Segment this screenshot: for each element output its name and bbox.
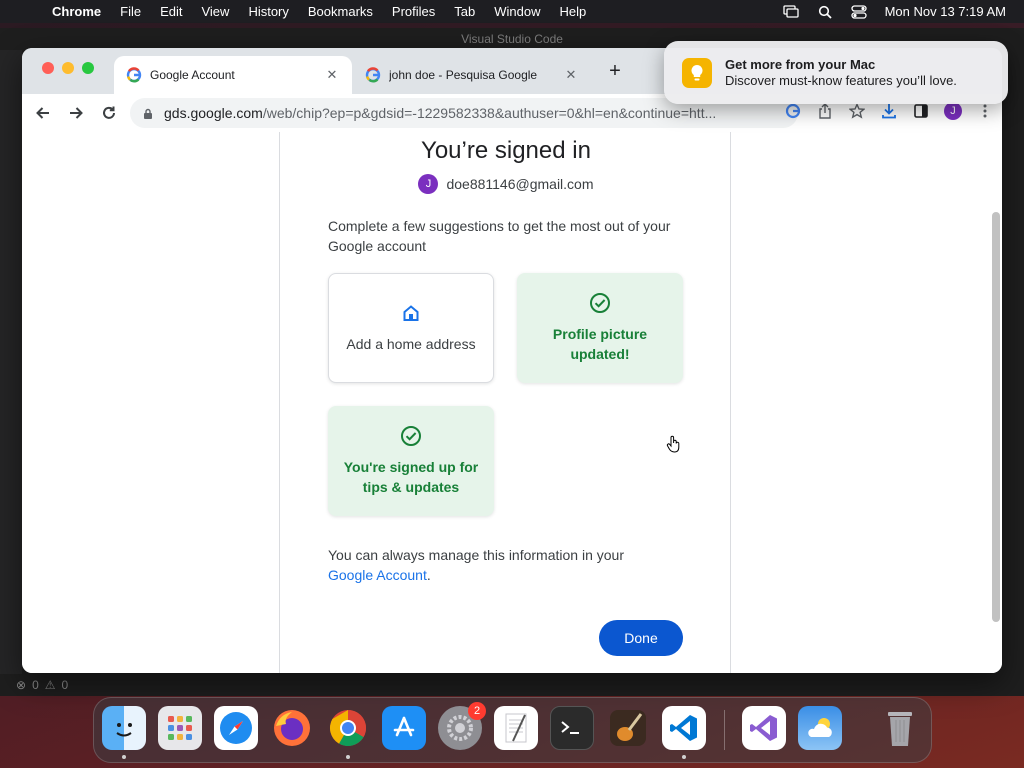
chrome-app-icon[interactable] — [326, 706, 370, 750]
error-count[interactable]: 0 — [32, 678, 39, 692]
error-icon: ⊗ — [16, 678, 27, 692]
new-tab-button[interactable]: + — [605, 61, 625, 82]
spotlight-search-icon[interactable] — [817, 5, 833, 19]
tile-label: Profile picture updated! — [552, 326, 648, 362]
tab-title: Google Account — [150, 68, 235, 82]
account-card: You’re signed in J doe881146@gmail.com C… — [279, 132, 731, 673]
terminal-icon[interactable] — [550, 706, 594, 750]
menu-tab[interactable]: Tab — [454, 4, 475, 19]
menu-help[interactable]: Help — [560, 4, 587, 19]
bookmark-star-icon[interactable] — [848, 102, 866, 120]
tile-label: You're signed up for tips & updates — [343, 459, 479, 495]
share-icon[interactable] — [816, 102, 834, 120]
tab-google-account[interactable]: Google Account ✕ — [114, 56, 352, 94]
weather-icon[interactable] — [798, 706, 842, 750]
url-path: /web/chip?ep=p&gdsid=-1229582338&authuse… — [262, 105, 717, 121]
close-tab-icon[interactable]: ✕ — [324, 67, 340, 83]
menu-bookmarks[interactable]: Bookmarks — [308, 4, 373, 19]
apple-menu-icon[interactable] — [20, 4, 36, 20]
check-circle-icon — [400, 425, 422, 447]
tab-title: john doe - Pesquisa Google — [389, 68, 538, 82]
notification-badge: 2 — [468, 702, 486, 720]
lightbulb-icon — [682, 57, 712, 88]
account-chip: J doe881146@gmail.com — [280, 174, 732, 194]
profile-picture-tile: Profile picture updated! — [517, 273, 683, 383]
vscode-icon[interactable] — [662, 706, 706, 750]
running-indicator — [682, 755, 686, 759]
tab-search-results[interactable]: john doe - Pesquisa Google ✕ — [353, 56, 591, 94]
vscode-activity-bar — [0, 50, 22, 674]
intro-text: Complete a few suggestions to get the mo… — [328, 218, 671, 254]
google-lens-icon[interactable] — [784, 102, 802, 120]
safari-icon[interactable] — [214, 706, 258, 750]
app-store-icon[interactable] — [382, 706, 426, 750]
back-button[interactable] — [31, 101, 55, 125]
avatar: J — [418, 174, 439, 194]
google-icon — [126, 67, 142, 83]
menu-history[interactable]: History — [248, 4, 288, 19]
done-button[interactable]: Done — [599, 620, 683, 656]
download-icon[interactable] — [880, 102, 898, 120]
reload-button[interactable] — [97, 101, 121, 125]
tips-updates-tile: You're signed up for tips & updates — [328, 406, 494, 516]
window-controls — [42, 62, 94, 74]
menu-file[interactable]: File — [120, 4, 141, 19]
textedit-icon[interactable] — [494, 706, 538, 750]
chrome-window: Google Account ✕ john doe - Pesquisa Goo… — [22, 48, 1002, 673]
site-info-icon[interactable] — [142, 107, 154, 119]
menu-app-name[interactable]: Chrome — [52, 4, 101, 19]
zoom-window-button[interactable] — [82, 62, 94, 74]
control-center-icon[interactable] — [850, 4, 867, 19]
menu-window[interactable]: Window — [494, 4, 540, 19]
footnote-text: You can always manage this information i… — [328, 547, 624, 563]
home-icon — [400, 302, 422, 324]
check-circle-icon — [589, 292, 611, 314]
system-settings-icon[interactable]: 2 — [438, 702, 486, 750]
running-indicator — [122, 755, 126, 759]
dock: 2 — [93, 697, 932, 763]
tile-label: Add a home address — [346, 336, 476, 352]
close-window-button[interactable] — [42, 62, 54, 74]
trash-icon[interactable] — [878, 706, 922, 750]
close-tab-icon[interactable]: ✕ — [563, 67, 579, 83]
manage-info-text: You can always manage this information i… — [328, 545, 688, 585]
page-scrollbar[interactable] — [992, 212, 1000, 622]
menu-edit[interactable]: Edit — [160, 4, 182, 19]
google-account-link[interactable]: Google Account — [328, 567, 427, 583]
warning-icon: ⚠ — [44, 678, 56, 692]
launchpad-icon[interactable] — [158, 706, 202, 750]
menu-profiles[interactable]: Profiles — [392, 4, 435, 19]
garageband-icon[interactable] — [606, 706, 650, 750]
notification-body: Discover must-know features you’ll love. — [725, 73, 957, 88]
minimize-window-button[interactable] — [62, 62, 74, 74]
notification-banner[interactable]: Get more from your Mac Discover must-kno… — [664, 41, 1008, 104]
visual-studio-icon[interactable] — [742, 706, 786, 750]
forward-button[interactable] — [64, 101, 88, 125]
warning-count[interactable]: 0 — [62, 678, 69, 692]
toolbar-actions: J — [784, 102, 994, 120]
profile-avatar[interactable]: J — [944, 102, 962, 120]
notification-title: Get more from your Mac — [725, 57, 876, 72]
side-panel-icon[interactable] — [912, 102, 930, 120]
menu-view[interactable]: View — [201, 4, 229, 19]
running-indicator — [346, 755, 350, 759]
add-home-address-tile[interactable]: Add a home address — [328, 273, 494, 383]
finder-icon[interactable] — [102, 706, 146, 750]
url-host: gds.google.com — [164, 105, 263, 121]
menu-clock[interactable]: Mon Nov 13 7:19 AM — [885, 4, 1006, 19]
page-content: You’re signed in J doe881146@gmail.com C… — [22, 132, 1002, 673]
menu-bar: Chrome File Edit View History Bookmarks … — [0, 0, 1024, 23]
page-title: You’re signed in — [421, 137, 591, 164]
dock-separator — [724, 710, 725, 750]
hand-pointer-icon — [666, 435, 682, 453]
more-menu-icon[interactable] — [976, 102, 994, 120]
firefox-icon[interactable] — [270, 706, 314, 750]
vscode-status-bar: ⊗ 0 ⚠ 0 — [0, 674, 1024, 696]
footnote-period: . — [426, 567, 431, 583]
account-email: doe881146@gmail.com — [446, 176, 594, 192]
google-icon — [365, 67, 381, 83]
notification-text: Get more from your Mac Discover must-kno… — [725, 57, 957, 88]
screen-mirroring-icon[interactable] — [782, 5, 799, 19]
